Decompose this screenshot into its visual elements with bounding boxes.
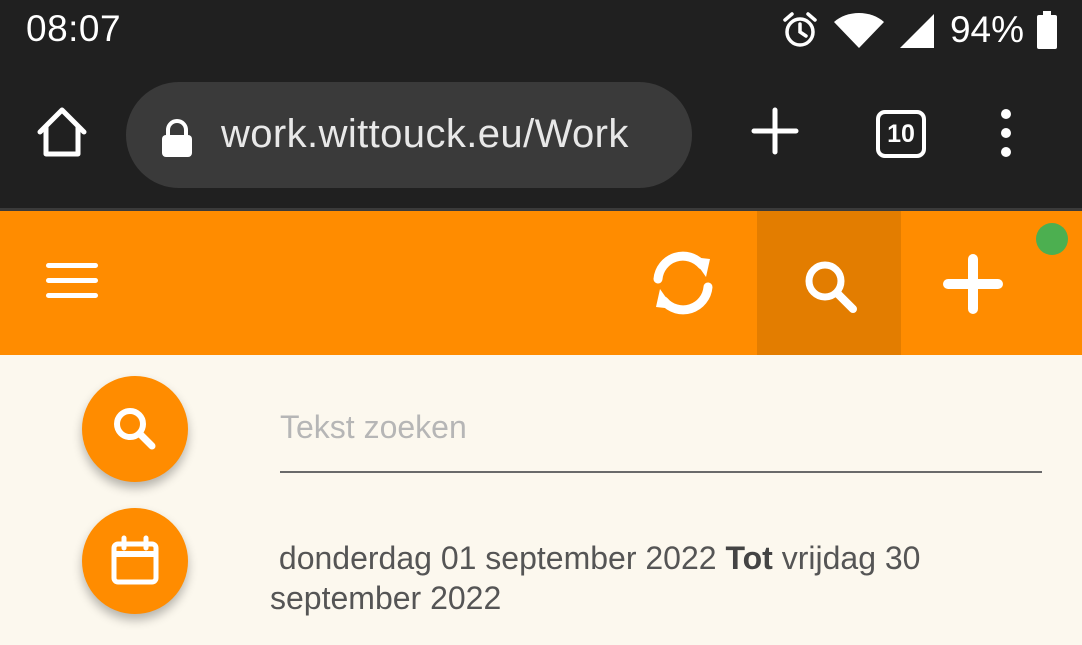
wifi-icon bbox=[833, 13, 884, 48]
search-button[interactable] bbox=[82, 376, 188, 482]
status-time: 08:07 bbox=[26, 8, 122, 49]
online-status-indicator bbox=[1036, 223, 1068, 255]
battery-percentage: 94% bbox=[949, 9, 1024, 50]
alarm-icon bbox=[783, 12, 817, 47]
hamburger-icon[interactable] bbox=[46, 263, 98, 303]
calendar-icon bbox=[111, 535, 159, 585]
new-tab-plus-icon[interactable] bbox=[750, 106, 800, 156]
tab-switcher-button[interactable]: 10 bbox=[876, 110, 926, 158]
lock-icon bbox=[162, 119, 192, 157]
date-from: donderdag 01 september 2022 bbox=[278, 540, 717, 576]
plus-icon[interactable] bbox=[940, 251, 1006, 317]
battery-icon bbox=[1037, 11, 1057, 49]
more-vert-icon[interactable] bbox=[994, 108, 1018, 158]
home-icon[interactable] bbox=[34, 104, 90, 160]
date-separator: Tot bbox=[725, 540, 773, 576]
search-input[interactable] bbox=[280, 394, 1042, 473]
date-range-text[interactable]: donderdag 01 september 2022 Tot vrijdag … bbox=[270, 538, 1040, 618]
date-picker-button[interactable] bbox=[82, 508, 188, 614]
search-icon bbox=[114, 408, 156, 450]
header-search-button[interactable] bbox=[757, 211, 901, 355]
search-icon bbox=[805, 261, 857, 313]
address-bar[interactable]: work.wittouck.eu/Work bbox=[126, 82, 692, 188]
browser-toolbar: work.wittouck.eu/Work 10 bbox=[0, 62, 1082, 208]
url-text[interactable]: work.wittouck.eu/Work bbox=[221, 112, 671, 157]
sync-icon[interactable] bbox=[646, 243, 720, 323]
status-bar: 08:07 94% bbox=[0, 0, 1082, 62]
signal-icon bbox=[899, 14, 934, 48]
status-icons: 94% bbox=[780, 8, 1058, 52]
app-header bbox=[0, 211, 1082, 355]
